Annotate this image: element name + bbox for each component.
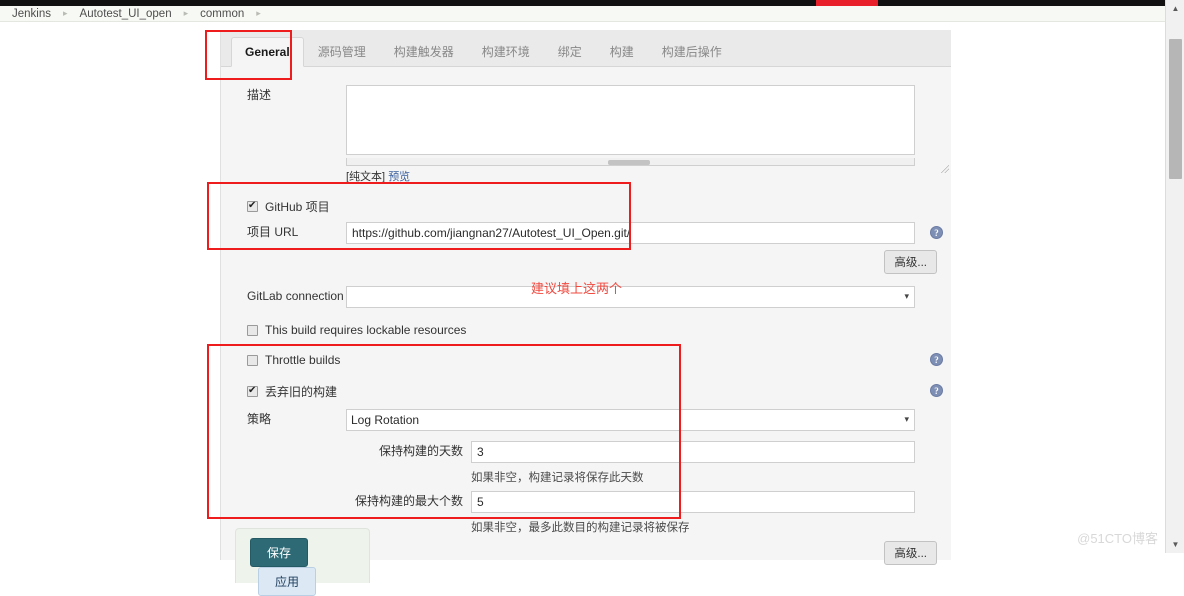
throttle-builds-checkbox[interactable] [247,354,258,366]
preview-link[interactable]: 预览 [388,171,410,183]
scroll-up-arrow-icon[interactable]: ▲ [1166,0,1184,17]
help-icon[interactable]: ? [930,384,943,397]
github-advanced-row: 高级... [221,244,951,282]
throttle-builds-label: Throttle builds [265,353,341,367]
gitlab-connection-label: GitLab connection [247,289,344,303]
max-builds-label: 保持构建的最大个数 [354,494,463,508]
tab-post-build-actions[interactable]: 构建后操作 [648,35,736,67]
description-horizontal-scrollbar[interactable] [346,158,915,166]
description-input[interactable] [346,85,915,155]
tab-bindings[interactable]: 绑定 [544,35,596,67]
discard-old-builds-label: 丢弃旧的构建 [265,384,338,399]
breadcrumb-separator-icon: ▸ [183,8,189,18]
general-form: 描述 [纯文本] 预览 GitHub 项目 项 [221,67,951,565]
tab-build[interactable]: 构建 [596,35,648,67]
discard-old-builds-checkbox[interactable] [247,384,258,397]
strategy-row: 策略 Log Rotation ▾ [221,409,951,431]
discard-old-builds-checkbox-row[interactable]: 丢弃旧的构建 ? [221,381,951,401]
help-icon[interactable]: ? [930,226,943,239]
advanced-button[interactable]: 高级... [884,250,937,274]
description-label: 描述 [247,88,272,102]
description-row: 描述 [纯文本] 预览 [221,67,951,184]
throttle-builds-row[interactable]: Throttle builds ? [221,350,951,370]
github-project-checkbox-row[interactable]: GitHub 项目 [221,196,951,216]
github-project-label: GitHub 项目 [265,199,330,214]
project-url-label: 项目 URL [247,225,299,239]
plain-text-label: [纯文本] [346,171,386,183]
project-url-input[interactable] [346,222,915,244]
breadcrumb-separator-icon: ▸ [63,8,68,18]
strategy-select[interactable]: Log Rotation [346,409,915,431]
apply-button[interactable]: 应用 [258,567,317,596]
lockable-resources-row[interactable]: This build requires lockable resources [221,320,951,340]
breadcrumb-item-project[interactable]: Autotest_UI_open [80,8,172,20]
vertical-scrollbar[interactable]: ▲ ▼ [1165,0,1184,553]
days-to-keep-hint: 如果非空，构建记录将保存此天数 [471,472,644,484]
advanced-button[interactable]: 高级... [884,541,937,565]
help-icon[interactable]: ? [930,353,943,366]
page-area: General 源码管理 构建触发器 构建环境 绑定 构建 构建后操作 描述 [… [0,22,1165,596]
tab-build-triggers[interactable]: 构建触发器 [380,35,468,67]
gitlab-connection-select[interactable] [346,286,915,308]
github-project-section: GitHub 项目 项目 URL ? 高级... [221,196,951,282]
breadcrumb-separator-icon: ▸ [256,8,261,18]
breadcrumb: Jenkins ▸ Autotest_UI_open ▸ common ▸ [0,6,1165,22]
breadcrumb-item-common[interactable]: common [200,8,244,20]
annotation-note: 建议填上这两个 [531,281,623,296]
description-format-links: [纯文本] 预览 [346,166,915,184]
github-project-checkbox[interactable] [247,199,258,212]
tab-source-code-management[interactable]: 源码管理 [304,35,380,67]
project-url-row: 项目 URL ? [221,222,951,244]
config-tab-bar: General 源码管理 构建触发器 构建环境 绑定 构建 构建后操作 [221,30,951,67]
max-builds-input[interactable] [471,491,915,513]
tab-build-environment[interactable]: 构建环境 [468,35,544,67]
max-builds-hint: 如果非空，最多此数目的构建记录将被保存 [471,522,690,534]
scrollbar-thumb[interactable] [1169,39,1182,179]
scrollbar-track[interactable] [1166,17,1184,536]
breadcrumb-item-jenkins[interactable]: Jenkins [12,8,51,20]
days-to-keep-input[interactable] [471,441,915,463]
form-action-bar: 保存 应用 [235,528,370,596]
lockable-resources-label: This build requires lockable resources [265,323,467,337]
watermark: @51CTO博客 [1077,531,1158,546]
lockable-resources-checkbox[interactable] [247,324,258,336]
scroll-down-arrow-icon[interactable]: ▼ [1166,536,1184,553]
description-resize-handle[interactable] [941,165,949,173]
tab-general[interactable]: General [231,37,304,67]
days-to-keep-row: 保持构建的天数 如果非空，构建记录将保存此天数 [221,441,951,485]
strategy-label: 策略 [247,412,272,426]
days-to-keep-label: 保持构建的天数 [378,444,463,458]
